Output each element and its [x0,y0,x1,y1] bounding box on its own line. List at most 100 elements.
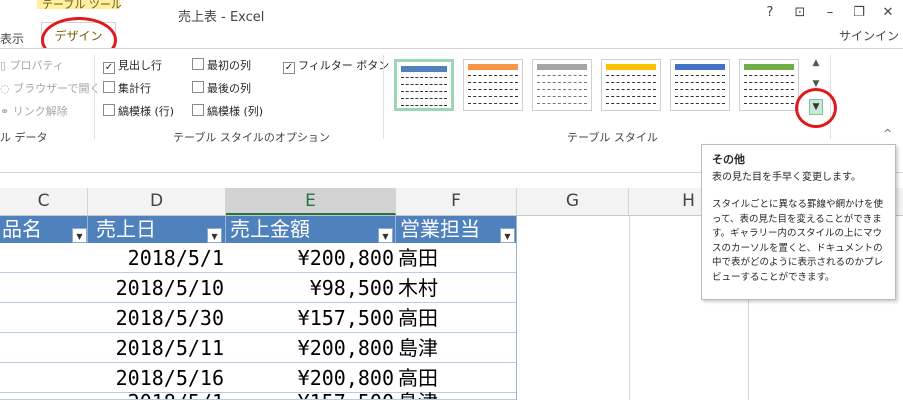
table-cell-amount[interactable]: ¥157,500 [226,304,396,333]
table-cell-amount[interactable]: ¥98,500 [226,274,396,303]
open-in-browser-button[interactable]: ◌ ブラウザーで開く [0,80,100,96]
table-cell[interactable] [0,244,88,273]
table-cell[interactable] [0,334,88,363]
header-row-check: ✓ [103,62,115,74]
banded-columns-checkbox[interactable]: 縞模様 (列) [192,103,263,119]
swatch-row-line [537,96,587,97]
table-cell[interactable] [0,304,88,333]
table-cell-rep[interactable]: 木村 [396,274,517,303]
tab-view[interactable]: 表示 [0,30,24,47]
swatch-row-line [606,82,656,83]
table-cell-amount[interactable]: ¥157,500 [226,389,396,400]
filter-button-checkbox[interactable]: ✓ フィルター ボタン [283,57,389,74]
header-row-checkbox[interactable]: ✓ 見出し行 [103,57,162,74]
table-style-swatch[interactable] [463,59,523,111]
table-cell-rep[interactable]: 島津 [396,334,517,363]
swatch-row-line [606,96,656,97]
filter-dropdown-icon[interactable]: ▼ [207,228,222,243]
filter-button-label: フィルター ボタン [298,59,390,72]
table-cell-rep[interactable]: 高田 [396,244,517,273]
swatch-row-line [401,98,447,99]
swatch-row-line [468,82,518,83]
last-column-checkbox[interactable]: 最後の列 [192,80,251,96]
restore-button[interactable]: ❐ [848,4,870,22]
table-style-swatch[interactable] [532,59,592,111]
swatch-row-line [675,103,725,104]
swatch-row-line [606,103,656,104]
total-row-label: 集計行 [118,82,151,95]
table-style-swatch[interactable] [739,59,799,111]
table-header-rep[interactable]: 営業担当 [396,216,517,243]
swatch-row-line [537,75,587,76]
table-style-swatch[interactable] [670,59,730,111]
group-separator [94,55,95,139]
table-cell-date[interactable]: 2018/5/1 [88,244,226,273]
gallery-scroll-up-button[interactable]: ▲ [810,55,822,71]
group-separator [383,55,384,139]
column-header-f[interactable]: F [396,188,517,215]
column-header-g[interactable]: G [517,188,629,215]
table-cell[interactable] [0,389,88,400]
swatch-row-line [468,75,518,76]
last-column-check [192,81,204,93]
swatch-row-line [675,96,725,97]
table-cell-amount[interactable]: ¥200,800 [226,244,396,273]
table-cell-amount[interactable]: ¥200,800 [226,334,396,363]
table-cell-date[interactable]: 2018/5/10 [88,274,226,303]
window-title: 売上表 - Excel [178,10,265,25]
table-header-rep-label: 営業担当 [400,217,480,241]
table-styles-group-label: テーブル スタイル [567,131,658,144]
swatch-row-line [468,89,518,90]
swatch-header-band [744,64,794,70]
grid-line [629,216,630,400]
swatch-row-line [744,75,794,76]
first-column-label: 最初の列 [207,59,251,72]
ribbon-display-options-button[interactable]: ⊡ [789,4,811,22]
banded-columns-label: 縞模様 (列) [207,105,264,118]
table-style-swatch[interactable] [601,59,661,111]
context-tab-group-label: テーブル ツール [42,0,122,9]
swatch-row-line [401,105,447,106]
properties-button[interactable]: ▯ プロパティ [0,57,64,73]
swatch-row-line [744,82,794,83]
filter-dropdown-icon[interactable]: ▼ [72,228,87,243]
help-button[interactable]: ? [759,4,781,22]
header-row-label: 見出し行 [118,59,162,72]
column-header-e[interactable]: E [226,188,396,215]
banded-columns-check [192,104,204,116]
annotation-circle-more-button [795,88,837,128]
table-cell[interactable] [0,274,88,303]
swatch-row-line [537,103,587,104]
swatch-row-line [606,89,656,90]
properties-label: プロパティ [9,59,64,72]
column-header-d[interactable]: D [88,188,226,215]
first-column-checkbox[interactable]: 最初の列 [192,57,251,73]
table-header-date[interactable]: 売上日 [88,216,226,243]
table-style-swatch[interactable] [394,59,454,111]
table-right-border [516,216,517,400]
banded-rows-checkbox[interactable]: 縞模様 (行) [103,103,174,119]
table-cell-rep[interactable]: 高田 [396,304,517,333]
sign-in-link[interactable]: サインイン [839,27,899,44]
close-button[interactable]: ✕ [877,4,899,22]
swatch-row-line [744,89,794,90]
table-cell-date[interactable]: 2018/5/1 [88,389,226,400]
total-row-checkbox[interactable]: 集計行 [103,80,151,96]
column-header-c[interactable]: C [0,188,88,215]
table-cell-rep[interactable]: 島津 [396,389,517,400]
table-cell-date[interactable]: 2018/5/30 [88,304,226,333]
unlink-button[interactable]: ⚭ リンク解除 [0,103,68,119]
collapse-ribbon-button[interactable]: ^ [883,127,892,140]
swatch-header-band [537,64,587,70]
table-cell-date[interactable]: 2018/5/11 [88,334,226,363]
swatch-header-band [401,66,447,72]
total-row-check [103,81,115,93]
filter-dropdown-icon[interactable]: ▼ [378,228,393,243]
ribbon: ▯ プロパティ ◌ ブラウザーで開く ⚭ リンク解除 ル データ ✓ 見出し行 集… [0,48,903,149]
swatch-row-line [401,77,447,78]
table-header-amount[interactable]: 売上金額 [226,216,396,243]
banded-rows-label: 縞模様 (行) [118,105,175,118]
minimize-button[interactable]: – [819,4,841,22]
filter-dropdown-icon[interactable]: ▼ [500,228,515,243]
tooltip-title: その他 [712,153,745,166]
